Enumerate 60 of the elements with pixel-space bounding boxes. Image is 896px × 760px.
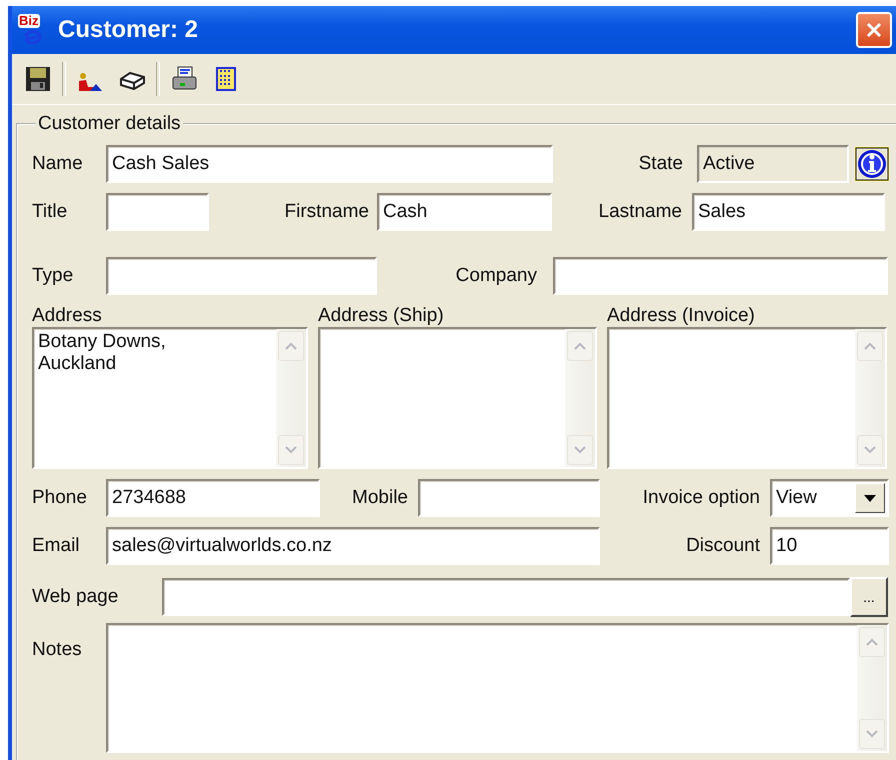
field-label: Invoice option xyxy=(642,487,760,509)
chevron-up-icon[interactable] xyxy=(866,638,878,646)
field-label: Address xyxy=(32,305,103,327)
field-label: Name xyxy=(32,153,84,175)
chevron-down-icon[interactable] xyxy=(866,730,878,738)
scrollbar[interactable] xyxy=(857,625,887,751)
field-label: Title xyxy=(32,201,68,223)
chevron-down-icon[interactable] xyxy=(574,446,586,454)
browse-button[interactable]: ... xyxy=(850,577,888,617)
field-label: Mobile xyxy=(351,487,408,509)
field-label: Address (Ship) xyxy=(318,305,445,327)
scroll-down-button[interactable] xyxy=(278,435,304,465)
input-field[interactable] xyxy=(553,257,888,295)
text-area[interactable]: Botany Downs, Auckland xyxy=(32,327,308,469)
scroll-up-button[interactable] xyxy=(567,331,593,361)
input-field[interactable]: Cash Sales xyxy=(106,145,553,183)
input-field[interactable] xyxy=(418,479,600,517)
input-field[interactable] xyxy=(106,193,209,231)
chevron-down-icon[interactable] xyxy=(285,446,297,454)
input-field[interactable]: 2734688 xyxy=(106,479,320,517)
scroll-up-button[interactable] xyxy=(278,331,304,361)
field-label: Lastname xyxy=(598,201,682,223)
input-field[interactable]: 10 xyxy=(770,527,889,565)
text-area[interactable] xyxy=(318,327,597,469)
field-label: Address (Invoice) xyxy=(607,305,756,327)
input-field[interactable] xyxy=(106,257,377,295)
scrollbar[interactable] xyxy=(565,329,595,467)
field-label: State xyxy=(638,153,683,175)
field-label: Web page xyxy=(32,586,120,608)
scroll-up-button[interactable] xyxy=(857,331,883,361)
input-field[interactable] xyxy=(162,578,850,616)
scroll-up-button[interactable] xyxy=(859,627,885,657)
input-field[interactable]: Sales xyxy=(692,193,885,231)
text-area[interactable] xyxy=(607,327,887,469)
app-logo: Biz xyxy=(18,14,48,46)
chevron-up-icon[interactable] xyxy=(285,342,297,350)
field-label: Firstname xyxy=(284,201,369,223)
text-area[interactable] xyxy=(106,623,889,753)
window-title: Customer: 2 xyxy=(58,16,200,44)
field-label: Email xyxy=(32,535,81,557)
chevron-up-icon[interactable] xyxy=(574,342,586,350)
scroll-down-button[interactable] xyxy=(857,435,883,465)
field-label: Notes xyxy=(32,638,83,661)
close-icon[interactable] xyxy=(865,21,883,39)
field-label: Type xyxy=(32,265,74,287)
input-field[interactable]: Cash xyxy=(377,193,552,231)
group-title: Customer details xyxy=(37,113,182,135)
field-label: Company xyxy=(454,265,537,287)
chevron-up-icon[interactable] xyxy=(864,342,876,350)
input-field[interactable]: sales@virtualworlds.co.nz xyxy=(106,527,600,565)
field-label: Phone xyxy=(32,487,88,509)
scrollbar[interactable] xyxy=(276,329,306,467)
field-label: Discount xyxy=(685,535,760,557)
info-icon[interactable] xyxy=(855,147,889,181)
scroll-down-button[interactable] xyxy=(859,719,885,749)
dropdown[interactable]: View xyxy=(770,479,889,517)
scrollbar[interactable] xyxy=(855,329,885,467)
chevron-down-icon[interactable] xyxy=(864,446,876,454)
scroll-down-button[interactable] xyxy=(567,435,593,465)
close-button[interactable] xyxy=(856,12,892,48)
